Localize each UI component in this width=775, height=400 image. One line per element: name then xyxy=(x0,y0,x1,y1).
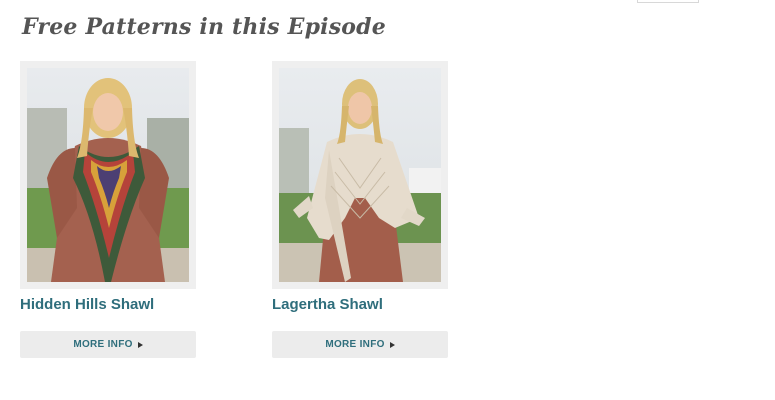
pattern-image-link[interactable] xyxy=(272,61,448,289)
pattern-card: Hidden Hills Shawl MORE INFO xyxy=(20,61,196,358)
top-partial-box xyxy=(637,0,699,3)
more-info-label: MORE INFO xyxy=(73,339,133,350)
more-info-button[interactable]: MORE INFO xyxy=(20,331,196,358)
pattern-image-link[interactable] xyxy=(20,61,196,289)
more-info-button[interactable]: MORE INFO xyxy=(272,331,448,358)
section-title: Free Patterns in this Episode xyxy=(22,14,386,40)
pattern-photo xyxy=(279,68,441,282)
pattern-name-link[interactable]: Lagertha Shawl xyxy=(272,296,448,313)
triangle-right-icon xyxy=(389,341,395,348)
triangle-right-icon xyxy=(137,341,143,348)
pattern-name-link[interactable]: Hidden Hills Shawl xyxy=(20,296,196,313)
pattern-card: Lagertha Shawl MORE INFO xyxy=(272,61,448,358)
more-info-label: MORE INFO xyxy=(325,339,385,350)
pattern-photo xyxy=(27,68,189,282)
